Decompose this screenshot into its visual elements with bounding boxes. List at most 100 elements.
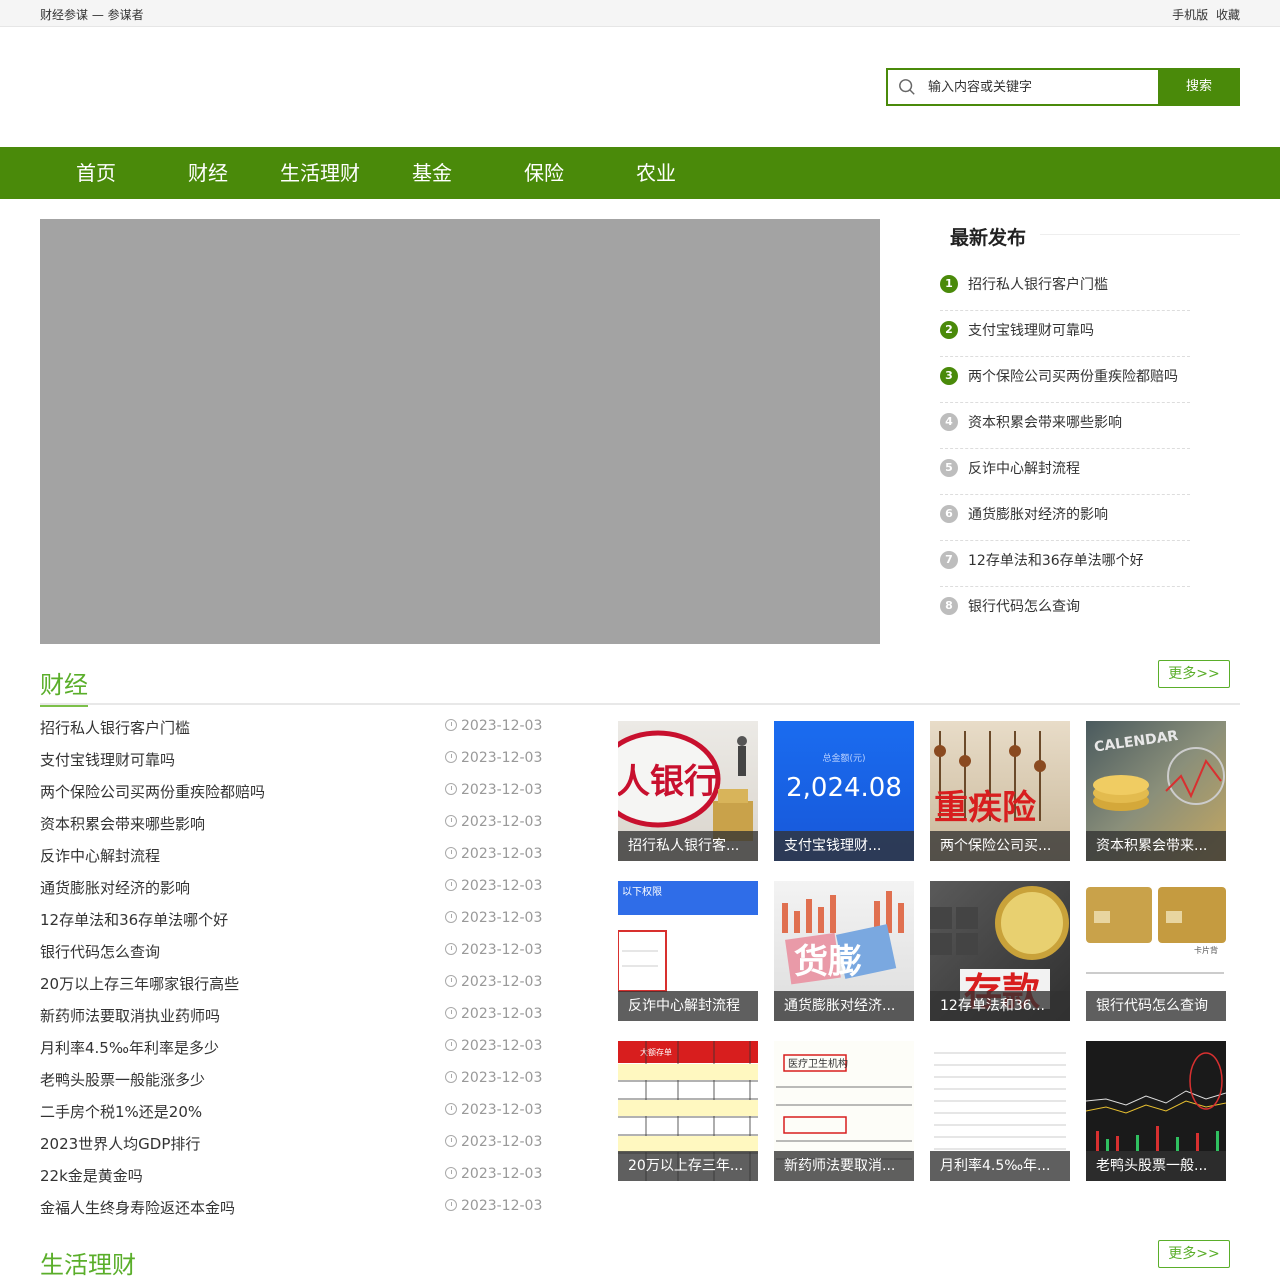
news-date: 2023-12-03 [445, 910, 542, 926]
thumb-card[interactable]: 老鸭头股票一般... [1086, 1041, 1226, 1181]
latest-title: 最新发布 [950, 227, 1027, 249]
thumb-card[interactable]: 以下权限 反诈中心解封流程 [618, 881, 758, 1021]
news-title[interactable]: 金福人生终身寿险返还本金吗 [40, 1197, 235, 1218]
clock-icon [445, 911, 457, 923]
latest-item-title[interactable]: 反诈中心解封流程 [968, 458, 1080, 478]
latest-header: 最新发布 [940, 219, 1240, 253]
news-date-text: 2023-12-03 [461, 1134, 543, 1150]
thumb-image-text: CALENDAR [1093, 728, 1179, 756]
latest-item-title[interactable]: 支付宝钱理财可靠吗 [968, 320, 1094, 340]
latest-item[interactable]: 7 12存单法和36存单法哪个好 [940, 541, 1190, 587]
news-date-text: 2023-12-03 [461, 1102, 543, 1118]
thumb-card[interactable]: 重疾险 两个保险公司买... [930, 721, 1070, 861]
news-row: 两个保险公司买两份重疾险都赔吗 2023-12-03 [40, 775, 550, 807]
news-title[interactable]: 22k金是黄金吗 [40, 1165, 143, 1186]
rank-badge: 1 [940, 275, 958, 293]
life-section-title[interactable]: 生活理财 [40, 1245, 136, 1280]
news-title[interactable]: 通货膨胀对经济的影响 [40, 877, 190, 898]
nav-item-finance[interactable]: 财经 [152, 147, 264, 199]
latest-item[interactable]: 1 招行私人银行客户门槛 [940, 265, 1190, 311]
mobile-version-link[interactable]: 手机版 [1172, 8, 1208, 22]
favorite-link[interactable]: 收藏 [1216, 8, 1240, 22]
thumb-caption[interactable]: 20万以上存三年... [618, 1151, 758, 1181]
search-input[interactable] [928, 70, 1158, 104]
thumb-caption[interactable]: 支付宝钱理财... [774, 831, 914, 861]
news-title[interactable]: 月利率4.5‰年利率是多少 [40, 1037, 219, 1058]
latest-item[interactable]: 2 支付宝钱理财可靠吗 [940, 311, 1190, 357]
news-title[interactable]: 两个保险公司买两份重疾险都赔吗 [40, 781, 265, 802]
news-title[interactable]: 支付宝钱理财可靠吗 [40, 749, 175, 770]
finance-section-title[interactable]: 财经 [40, 665, 88, 707]
latest-list: 1 招行私人银行客户门槛 2 支付宝钱理财可靠吗 3 两个保险公司买两份重疾险都赔吗 … [940, 265, 1240, 633]
rank-badge: 8 [940, 597, 958, 615]
news-title[interactable]: 20万以上存三年哪家银行高些 [40, 973, 239, 994]
thumb-card[interactable]: 人银行 招行私人银行客... [618, 721, 758, 861]
life-section-header: 生活理财 更多>> [40, 1240, 1240, 1280]
news-title[interactable]: 资本积累会带来哪些影响 [40, 813, 205, 834]
thumb-caption[interactable]: 新药师法要取消... [774, 1151, 914, 1181]
news-title[interactable]: 2023世界人均GDP排行 [40, 1133, 200, 1154]
thumb-image-text: 大额存单 [640, 1047, 672, 1057]
news-row: 新药师法要取消执业药师吗 2023-12-03 [40, 999, 550, 1031]
thumb-card[interactable]: 卡片背 银行代码怎么查询 [1086, 881, 1226, 1021]
thumb-card[interactable]: CALENDAR 资本积累会带来... [1086, 721, 1226, 861]
thumb-card[interactable]: 存款 12存单法和36... [930, 881, 1070, 1021]
banner-slider[interactable] [40, 219, 880, 644]
latest-item[interactable]: 8 银行代码怎么查询 [940, 587, 1190, 633]
latest-item[interactable]: 6 通货膨胀对经济的影响 [940, 495, 1190, 541]
life-more-button[interactable]: 更多>> [1158, 1240, 1230, 1268]
latest-item-title[interactable]: 资本积累会带来哪些影响 [968, 412, 1122, 432]
news-title[interactable]: 12存单法和36存单法哪个好 [40, 909, 228, 930]
news-row: 反诈中心解封流程 2023-12-03 [40, 839, 550, 871]
thumb-caption[interactable]: 两个保险公司买... [930, 831, 1070, 861]
clock-icon [445, 1167, 457, 1179]
news-date-text: 2023-12-03 [461, 718, 543, 734]
news-title[interactable]: 反诈中心解封流程 [40, 845, 160, 866]
news-date: 2023-12-03 [445, 1198, 542, 1214]
news-title[interactable]: 新药师法要取消执业药师吗 [40, 1005, 220, 1026]
news-row: 2023世界人均GDP排行 2023-12-03 [40, 1127, 550, 1159]
thumb-caption[interactable]: 月利率4.5‰年... [930, 1151, 1070, 1181]
latest-item[interactable]: 3 两个保险公司买两份重疾险都赔吗 [940, 357, 1190, 403]
latest-item-title[interactable]: 招行私人银行客户门槛 [968, 274, 1108, 294]
latest-item[interactable]: 4 资本积累会带来哪些影响 [940, 403, 1190, 449]
latest-item[interactable]: 5 反诈中心解封流程 [940, 449, 1190, 495]
nav-item-home[interactable]: 首页 [40, 147, 152, 199]
latest-item-title[interactable]: 银行代码怎么查询 [968, 596, 1080, 616]
news-row: 银行代码怎么查询 2023-12-03 [40, 935, 550, 967]
thumb-card[interactable]: 月利率4.5‰年... [930, 1041, 1070, 1181]
nav-item-agriculture[interactable]: 农业 [600, 147, 712, 199]
thumb-caption[interactable]: 12存单法和36... [930, 991, 1070, 1021]
nav-item-fund[interactable]: 基金 [376, 147, 488, 199]
thumb-image-text: 卡片背 [1194, 945, 1218, 955]
news-title[interactable]: 二手房个税1%还是20% [40, 1101, 202, 1122]
thumb-card[interactable]: 医疗卫生机构 新药师法要取消... [774, 1041, 914, 1181]
latest-item-title[interactable]: 通货膨胀对经济的影响 [968, 504, 1108, 524]
thumb-caption[interactable]: 银行代码怎么查询 [1086, 991, 1226, 1021]
thumb-card[interactable]: 总金额(元) 2,024.08 支付宝钱理财... [774, 721, 914, 861]
news-title[interactable]: 老鸭头股票一般能涨多少 [40, 1069, 205, 1090]
clock-icon [445, 783, 457, 795]
latest-item-title[interactable]: 12存单法和36存单法哪个好 [968, 550, 1144, 570]
search-icon [899, 79, 915, 95]
thumb-card[interactable]: 货膨 通货膨胀对经济... [774, 881, 914, 1021]
nav-item-insurance[interactable]: 保险 [488, 147, 600, 199]
news-row: 老鸭头股票一般能涨多少 2023-12-03 [40, 1063, 550, 1095]
search-button[interactable]: 搜索 [1158, 68, 1240, 106]
thumb-image-text: 人银行 [618, 762, 718, 802]
thumb-card[interactable]: 大额存单 20万以上存三年... [618, 1041, 758, 1181]
site-name[interactable]: 财经参谋 — 参谋者 [40, 6, 144, 23]
news-title[interactable]: 银行代码怎么查询 [40, 941, 160, 962]
clock-icon [445, 1103, 457, 1115]
thumb-caption[interactable]: 资本积累会带来... [1086, 831, 1226, 861]
finance-more-button[interactable]: 更多>> [1158, 660, 1230, 688]
nav-item-life-finance[interactable]: 生活理财 [264, 147, 376, 199]
thumb-caption[interactable]: 老鸭头股票一般... [1086, 1151, 1226, 1181]
news-date: 2023-12-03 [445, 814, 542, 830]
latest-item-title[interactable]: 两个保险公司买两份重疾险都赔吗 [968, 366, 1178, 386]
thumb-caption[interactable]: 通货膨胀对经济... [774, 991, 914, 1021]
thumb-caption[interactable]: 招行私人银行客... [618, 831, 758, 861]
news-title[interactable]: 招行私人银行客户门槛 [40, 717, 190, 738]
news-date: 2023-12-03 [445, 878, 542, 894]
thumb-caption[interactable]: 反诈中心解封流程 [618, 991, 758, 1021]
